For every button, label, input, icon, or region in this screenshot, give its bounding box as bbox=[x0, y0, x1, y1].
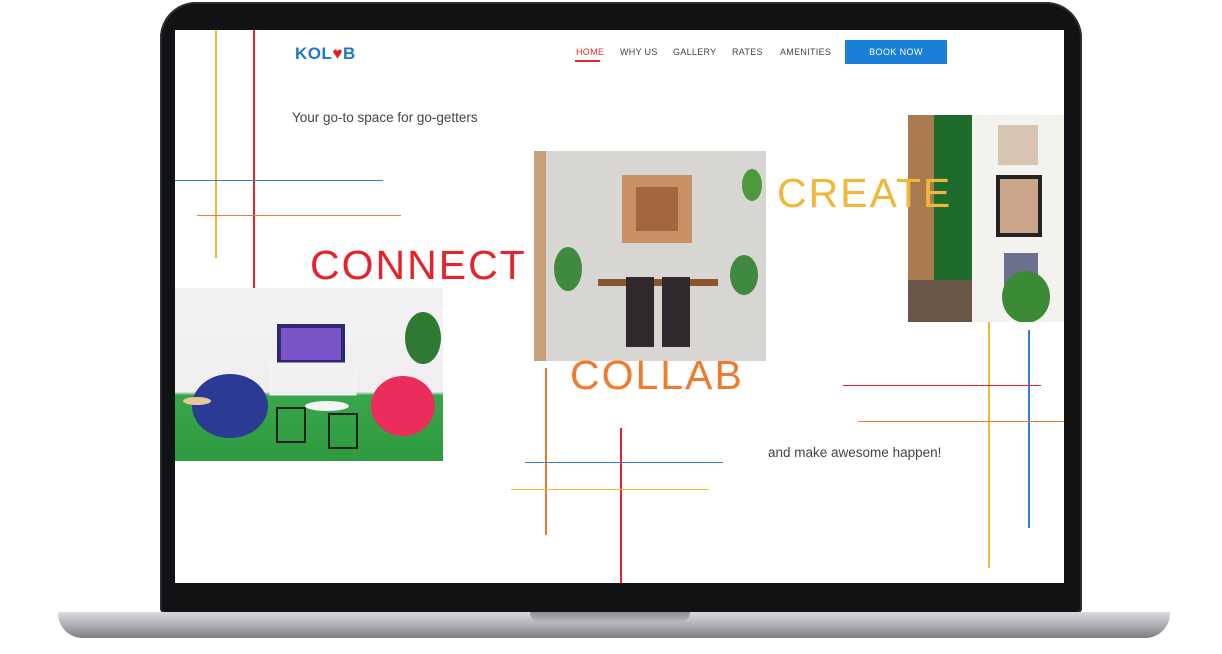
framed-picture bbox=[998, 125, 1038, 165]
deco-line bbox=[843, 385, 1041, 387]
dining-table bbox=[598, 279, 718, 286]
mask-art bbox=[636, 187, 678, 231]
word-connect: CONNECT bbox=[310, 242, 527, 288]
logo-text-start: KOL bbox=[295, 44, 333, 63]
nav-active-underline bbox=[575, 60, 600, 62]
hero-tagline: Your go-to space for go-getters bbox=[292, 110, 478, 125]
deco-line bbox=[511, 489, 709, 491]
word-collab: COLLAB bbox=[570, 352, 744, 398]
nav-home[interactable]: HOME bbox=[576, 47, 604, 57]
chair bbox=[626, 277, 654, 347]
deco-line bbox=[525, 462, 723, 464]
brand-logo[interactable]: KOL♥B bbox=[295, 44, 356, 64]
hanging-plant bbox=[742, 169, 762, 201]
deco-line bbox=[215, 30, 217, 258]
red-beanbag bbox=[371, 376, 435, 436]
stool bbox=[328, 413, 358, 449]
side-table bbox=[183, 397, 211, 405]
logo-text-end: B bbox=[342, 44, 356, 63]
deco-line bbox=[620, 428, 622, 583]
nav-amenities[interactable]: AMENITIES bbox=[780, 47, 831, 57]
picture-content bbox=[1000, 179, 1038, 233]
nav-gallery[interactable]: GALLERY bbox=[673, 47, 716, 57]
green-wall-photo bbox=[908, 115, 1064, 322]
deco-line bbox=[1028, 330, 1030, 528]
deco-line bbox=[545, 368, 547, 535]
dining-photo bbox=[534, 151, 766, 361]
blue-beanbag bbox=[192, 374, 268, 438]
deco-line bbox=[197, 215, 401, 217]
plant bbox=[405, 312, 441, 364]
lounge-illustration bbox=[183, 312, 441, 449]
nav-why-us[interactable]: WHY US bbox=[620, 47, 658, 57]
green-wall-illustration bbox=[908, 125, 1050, 322]
dining-illustration bbox=[554, 169, 762, 347]
word-create: CREATE bbox=[777, 170, 953, 216]
chair bbox=[662, 277, 690, 347]
website-screen: KOL♥B HOME WHY US GALLERY RATES AMENITIE… bbox=[175, 30, 1064, 583]
nav-rates[interactable]: RATES bbox=[732, 47, 763, 57]
tv-stand bbox=[269, 362, 357, 396]
deco-line bbox=[175, 180, 383, 182]
stool bbox=[276, 407, 306, 443]
round-table bbox=[305, 401, 349, 411]
laptop-notch bbox=[530, 612, 690, 622]
tv-display bbox=[281, 328, 341, 360]
plant bbox=[1002, 271, 1050, 322]
plant bbox=[554, 247, 582, 291]
heart-icon: ♥ bbox=[332, 44, 343, 63]
deco-line bbox=[858, 421, 1064, 423]
sofa bbox=[908, 280, 972, 322]
hero-closing-text: and make awesome happen! bbox=[768, 445, 942, 460]
book-now-button[interactable]: BOOK NOW bbox=[845, 40, 947, 64]
lounge-photo bbox=[175, 288, 443, 461]
plant bbox=[730, 255, 758, 295]
